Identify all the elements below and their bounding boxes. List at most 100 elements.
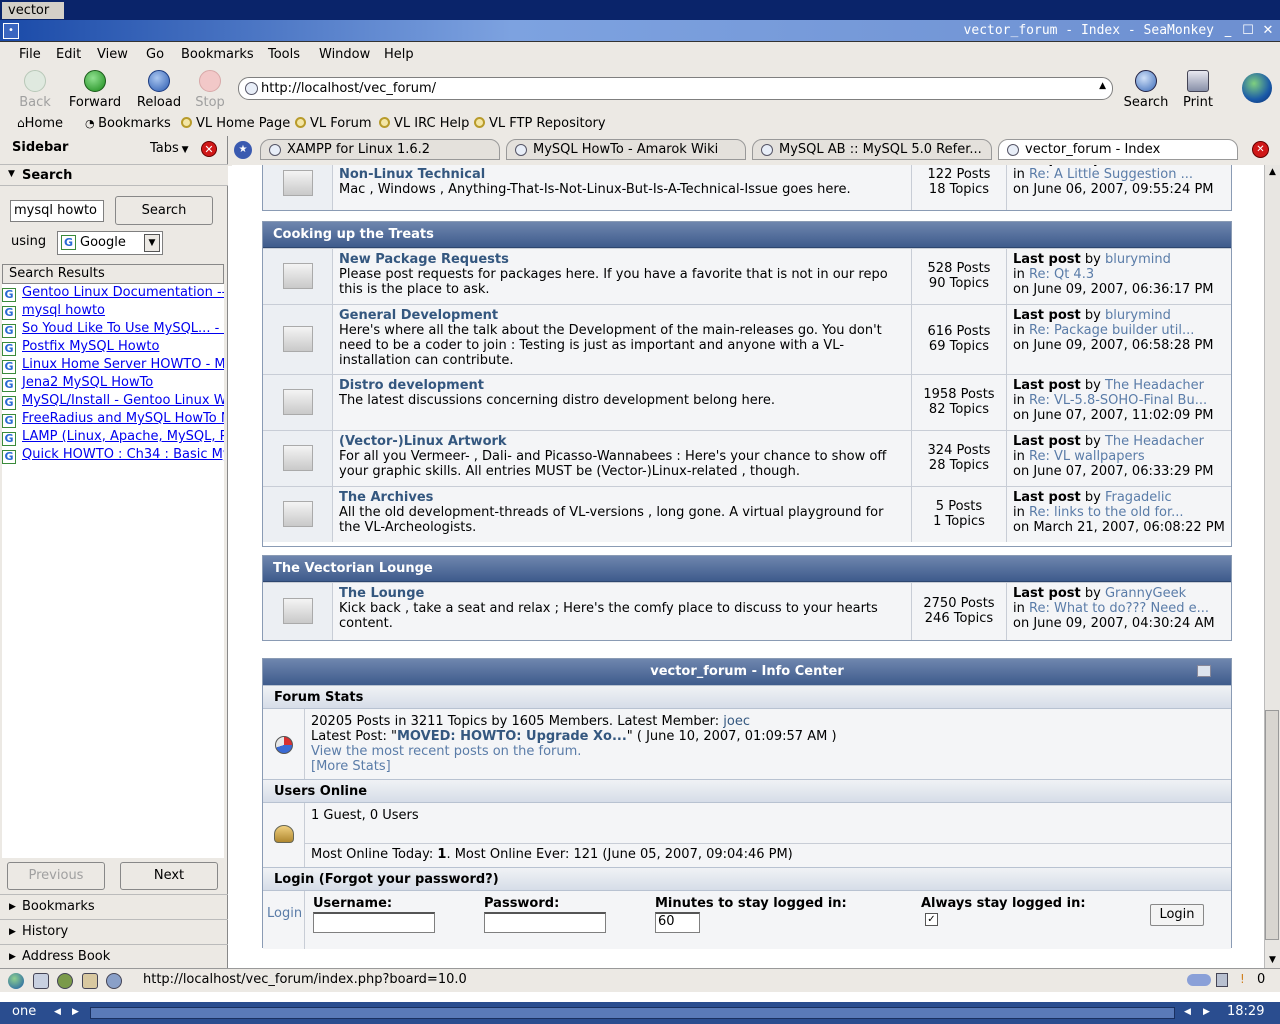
recent-posts-link[interactable]: View the most recent posts on the forum. xyxy=(311,744,837,759)
close-window-icon[interactable]: ✕ xyxy=(1260,23,1276,39)
minutes-input[interactable]: 60 xyxy=(655,912,700,933)
result-link[interactable]: FreeRadius and MySQL HowTo N xyxy=(22,411,224,426)
maximize-icon[interactable]: ☐ xyxy=(1240,23,1256,39)
sidebar-search-input[interactable]: mysql howto xyxy=(10,200,104,222)
list-item[interactable]: G Linux Home Server HOWTO - My xyxy=(2,356,224,374)
result-link[interactable]: mysql howto xyxy=(22,303,105,318)
previous-button[interactable]: Previous xyxy=(7,862,105,890)
menu-help[interactable]: Help xyxy=(384,47,414,62)
author-link[interactable]: The Headacher xyxy=(1105,378,1204,393)
address-book-icon[interactable] xyxy=(82,973,98,989)
workspace-tab[interactable]: vector xyxy=(2,2,64,19)
navigator-icon[interactable] xyxy=(8,973,24,989)
tab-mysql-howto[interactable]: MySQL HowTo - Amarok Wiki xyxy=(506,139,746,160)
sidebar-search-button[interactable]: Search xyxy=(115,196,213,225)
board-link[interactable]: (Vector-)Linux Artwork xyxy=(339,434,904,449)
forward-button[interactable]: Forward xyxy=(67,70,123,110)
menu-view[interactable]: View xyxy=(97,47,128,62)
result-link[interactable]: So Youd Like To Use MySQL... - w xyxy=(22,321,224,336)
composer-icon[interactable] xyxy=(57,973,73,989)
list-item[interactable]: Gmysql howto xyxy=(2,302,224,320)
seamonkey-throbber-icon[interactable] xyxy=(1242,73,1272,103)
sidebar-search-header[interactable]: ▼ Search xyxy=(0,164,228,186)
menu-window[interactable]: Window xyxy=(319,47,370,62)
result-link[interactable]: Jena2 MySQL HowTo xyxy=(22,375,153,390)
more-stats-link[interactable]: [More Stats] xyxy=(311,759,837,774)
url-dropdown-icon[interactable]: ▲ xyxy=(1099,81,1106,91)
author-link[interactable]: blurymind xyxy=(1105,252,1171,267)
menu-edit[interactable]: Edit xyxy=(56,47,81,62)
bookmarks-menu-button[interactable]: ◔ Bookmarks xyxy=(85,116,171,131)
window-menu-icon[interactable]: • xyxy=(3,23,19,39)
menu-go[interactable]: Go xyxy=(146,47,164,62)
username-input[interactable] xyxy=(313,912,435,933)
latest-member-link[interactable]: joec xyxy=(723,714,750,729)
sidebar-tabs-menu[interactable]: Tabs ▼ xyxy=(150,141,189,156)
search-engine-select[interactable]: G Google ▼ xyxy=(57,231,163,255)
scroll-down-icon[interactable]: ▼ xyxy=(1265,953,1280,968)
desktop-name[interactable]: one xyxy=(12,1002,36,1022)
topic-link[interactable]: Re: links to the old for... xyxy=(1029,505,1184,520)
sidebar-section-history[interactable]: ▶ History xyxy=(0,919,228,944)
home-button[interactable]: ⌂Home xyxy=(17,116,63,131)
list-item[interactable]: G So Youd Like To Use MySQL... - w xyxy=(2,320,224,338)
collapse-icon[interactable] xyxy=(1197,665,1211,677)
latest-post-link[interactable]: MOVED: HOWTO: Upgrade Xo... xyxy=(397,729,627,744)
author-link[interactable]: GrannyGeek xyxy=(1105,586,1186,601)
author-link[interactable]: The Headacher xyxy=(1105,434,1204,449)
author-link[interactable]: Fragadelic xyxy=(1105,490,1172,505)
menu-tools[interactable]: Tools xyxy=(268,47,300,62)
print-button[interactable]: Print xyxy=(1170,70,1226,110)
board-link[interactable]: General Development xyxy=(339,308,904,323)
next-button[interactable]: Next xyxy=(120,862,218,890)
tab-xampp[interactable]: XAMPP for Linux 1.6.2 xyxy=(260,139,500,160)
password-input[interactable] xyxy=(484,912,606,933)
search-button[interactable]: Search xyxy=(1118,70,1174,110)
result-link[interactable]: Postfix MySQL Howto xyxy=(22,339,159,354)
sidebar-section-address-book[interactable]: ▶ Address Book xyxy=(0,944,228,969)
login-button[interactable]: Login xyxy=(1150,904,1204,926)
url-bar[interactable]: http://localhost/vec_forum/ ▲ xyxy=(238,77,1113,100)
result-link[interactable]: MySQL/Install - Gentoo Linux Wil xyxy=(22,393,224,408)
author-link[interactable]: blurymind xyxy=(1105,308,1171,323)
board-link[interactable]: The Archives xyxy=(339,490,904,505)
list-item[interactable]: G LAMP (Linux, Apache, MySQL, PH xyxy=(2,428,224,446)
reload-button[interactable]: Reload xyxy=(131,70,187,110)
bookmark-vl-ftp[interactable]: VL FTP Repository xyxy=(474,116,606,131)
board-link[interactable]: Distro development xyxy=(339,378,904,393)
bookmark-vl-forum[interactable]: VL Forum xyxy=(295,116,371,131)
topic-link[interactable]: Re: Package builder util... xyxy=(1029,323,1194,338)
url-text[interactable]: http://localhost/vec_forum/ xyxy=(261,81,436,96)
result-link[interactable]: Gentoo Linux Documentation -- M xyxy=(22,285,224,300)
task-list[interactable] xyxy=(90,1007,1175,1019)
category-title[interactable]: Cooking up the Treats xyxy=(263,222,1231,248)
close-tab-icon[interactable]: ✕ xyxy=(1252,141,1269,158)
result-link[interactable]: Quick HOWTO : Ch34 : Basic MyS xyxy=(22,447,224,462)
bookmark-vl-irc[interactable]: VL IRC Help xyxy=(379,116,469,131)
list-item[interactable]: G FreeRadius and MySQL HowTo N xyxy=(2,410,224,428)
topic-link[interactable]: Re: VL-5.8-SOHO-Final Bu... xyxy=(1029,393,1207,408)
prev-task-icon[interactable]: ◀ xyxy=(1184,1002,1191,1022)
menu-bookmarks[interactable]: Bookmarks xyxy=(181,47,254,62)
topic-link[interactable]: Re: VL wallpapers xyxy=(1029,449,1145,464)
list-item[interactable]: G Jena2 MySQL HowTo xyxy=(2,374,224,392)
chatzilla-icon[interactable] xyxy=(106,973,122,989)
chevron-down-icon[interactable]: ▼ xyxy=(144,234,160,252)
scroll-up-icon[interactable]: ▲ xyxy=(1265,165,1280,180)
prev-desktop-icon[interactable]: ◀ xyxy=(54,1002,61,1022)
menu-file[interactable]: File xyxy=(19,47,41,62)
board-link[interactable]: New Package Requests xyxy=(339,252,904,267)
topic-link[interactable]: Re: A Little Suggestion ... xyxy=(1029,167,1193,182)
result-link[interactable]: Linux Home Server HOWTO - My xyxy=(22,357,224,372)
tab-vector-forum[interactable]: vector_forum - Index xyxy=(998,139,1238,160)
board-link[interactable]: The Lounge xyxy=(339,586,904,601)
bookmark-vl-home[interactable]: VL Home Page xyxy=(181,116,290,131)
next-desktop-icon[interactable]: ▶ xyxy=(72,1002,79,1022)
next-task-icon[interactable]: ▶ xyxy=(1203,1002,1210,1022)
list-item[interactable]: G MySQL/Install - Gentoo Linux Wil xyxy=(2,392,224,410)
scrollbar-thumb[interactable] xyxy=(1265,710,1279,940)
topic-link[interactable]: Re: Qt 4.3 xyxy=(1029,267,1094,282)
list-item[interactable]: G Gentoo Linux Documentation -- M xyxy=(2,284,224,302)
sidebar-section-bookmarks[interactable]: ▶ Bookmarks xyxy=(0,894,228,919)
close-sidebar-icon[interactable]: ✕ xyxy=(201,141,217,157)
